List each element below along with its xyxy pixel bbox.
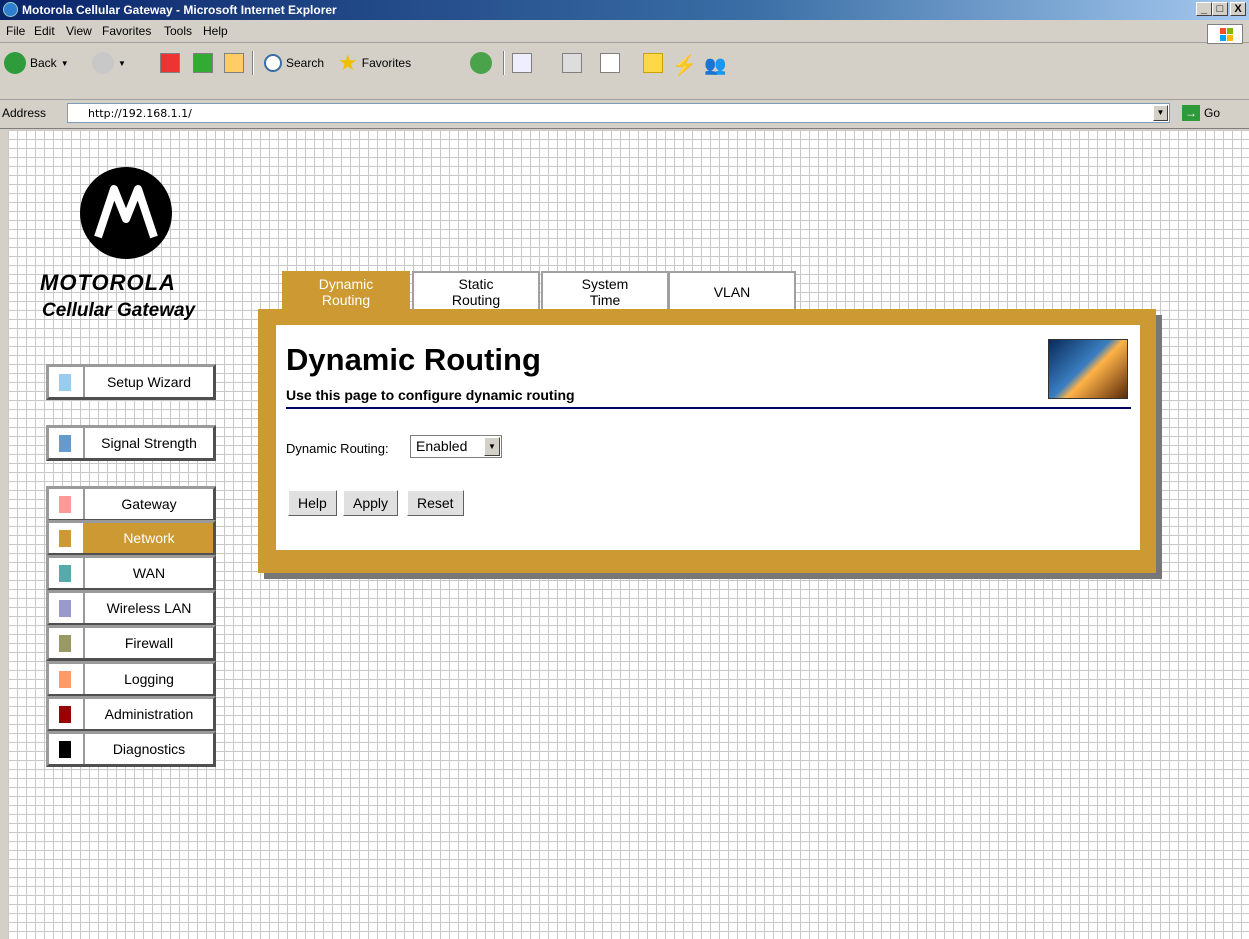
star-icon: ★ <box>338 50 358 75</box>
back-button[interactable]: Back ▼ <box>4 49 69 77</box>
nav-administration[interactable]: Administration <box>46 696 216 732</box>
nav-gateway[interactable]: Gateway <box>46 486 216 522</box>
dynamic-routing-value: Enabled <box>416 438 468 454</box>
history-icon[interactable] <box>470 52 492 74</box>
color-swatch <box>59 435 71 452</box>
nav-diagnostics[interactable]: Diagnostics <box>46 731 216 767</box>
nav-wan[interactable]: WAN <box>46 555 216 591</box>
address-bar: Address http://192.168.1.1/ ▼ → Go <box>0 100 1249 129</box>
maximize-button[interactable]: □ <box>1212 2 1228 16</box>
color-swatch <box>59 635 71 652</box>
nav-logging[interactable]: Logging <box>46 661 216 697</box>
color-swatch <box>59 671 71 688</box>
color-swatch <box>59 530 71 547</box>
print-icon[interactable] <box>562 53 582 73</box>
search-icon <box>264 54 282 72</box>
back-arrow-icon <box>4 52 26 74</box>
address-dropdown-button[interactable]: ▼ <box>1153 105 1168 121</box>
nav-firewall[interactable]: Firewall <box>46 625 216 661</box>
menu-help[interactable]: Help <box>203 24 228 38</box>
address-url: http://192.168.1.1/ <box>88 107 192 120</box>
nav-setup-wizard[interactable]: Setup Wizard <box>46 364 216 400</box>
research-icon[interactable]: ⚡ <box>672 51 697 79</box>
menu-edit[interactable]: Edit <box>34 24 55 38</box>
toolbar: Back ▼ ▼ Search ★ Favorites ⚡ 👥 <box>0 43 1249 100</box>
forward-arrow-icon <box>92 52 114 74</box>
minimize-button[interactable]: _ <box>1196 2 1212 16</box>
tab-system-time[interactable]: System Time <box>541 271 669 311</box>
favorites-button[interactable]: ★ Favorites <box>338 49 411 77</box>
go-arrow-icon: → <box>1182 105 1200 121</box>
product-name: Cellular Gateway <box>42 300 196 321</box>
tab-static-routing[interactable]: Static Routing <box>412 271 540 311</box>
page-title: Dynamic Routing <box>286 342 541 377</box>
search-button[interactable]: Search <box>264 49 324 77</box>
forward-button[interactable]: ▼ <box>92 49 126 77</box>
menu-tools[interactable]: Tools <box>164 24 192 38</box>
address-label: Address <box>2 106 47 120</box>
address-input[interactable]: http://192.168.1.1/ ▼ <box>67 103 1170 123</box>
color-swatch <box>59 565 71 582</box>
dynamic-routing-label: Dynamic Routing: <box>286 441 389 456</box>
tab-dynamic-routing[interactable]: Dynamic Routing <box>282 271 410 311</box>
toolbar-separator <box>503 51 505 75</box>
stop-icon[interactable] <box>160 53 180 73</box>
dynamic-routing-select[interactable]: Enabled ▼ <box>410 435 502 458</box>
page-subtitle: Use this page to configure dynamic routi… <box>286 387 575 403</box>
brand-name: MOTOROLA <box>40 270 176 295</box>
menu-file[interactable]: File <box>6 24 25 38</box>
discuss-icon[interactable] <box>643 53 663 73</box>
color-swatch <box>59 374 71 391</box>
nav-signal-strength[interactable]: Signal Strength <box>46 425 216 461</box>
nav-label: Setup Wizard <box>83 367 213 397</box>
menu-view[interactable]: View <box>66 24 92 38</box>
chevron-down-icon: ▼ <box>60 58 69 68</box>
ie-icon <box>3 2 18 17</box>
windows-logo-icon <box>1207 24 1243 44</box>
nav-label: Administration <box>83 699 213 729</box>
nav-network[interactable]: Network <box>46 520 216 556</box>
chevron-down-icon: ▼ <box>118 58 126 68</box>
window-title-bar[interactable]: Motorola Cellular Gateway - Microsoft In… <box>0 0 1249 20</box>
help-button[interactable]: Help <box>288 490 337 516</box>
title-divider <box>286 407 1131 409</box>
nav-label: Wireless LAN <box>83 593 213 623</box>
toolbar-separator <box>252 51 254 75</box>
tab-vlan[interactable]: VLAN <box>668 271 796 311</box>
nav-label: Firewall <box>83 628 213 658</box>
nav-wireless-lan[interactable]: Wireless LAN <box>46 590 216 626</box>
mail-icon[interactable] <box>512 53 532 73</box>
menu-favorites[interactable]: Favorites <box>102 24 151 38</box>
chevron-down-icon: ▼ <box>484 437 500 456</box>
window-title: Motorola Cellular Gateway - Microsoft In… <box>22 3 337 17</box>
motorola-logo <box>80 167 172 259</box>
nav-label: Diagnostics <box>83 734 213 764</box>
nav-label: Network <box>83 523 213 553</box>
nav-label: Logging <box>83 664 213 694</box>
menu-bar: File Edit View Favorites Tools Help <box>0 20 1249 44</box>
color-swatch <box>59 706 71 723</box>
computer-illustration-icon <box>1048 339 1128 399</box>
color-swatch <box>59 741 71 758</box>
messenger-icon[interactable]: 👥 <box>704 51 726 79</box>
nav-label: Signal Strength <box>83 428 213 458</box>
go-button[interactable]: → Go <box>1182 105 1220 121</box>
reset-button[interactable]: Reset <box>407 490 464 516</box>
nav-label: WAN <box>83 558 213 588</box>
color-swatch <box>59 496 71 513</box>
apply-button[interactable]: Apply <box>343 490 399 516</box>
edit-icon[interactable] <box>600 53 620 73</box>
nav-label: Gateway <box>83 489 213 519</box>
close-button[interactable]: X <box>1230 2 1246 16</box>
home-icon[interactable] <box>224 53 244 73</box>
refresh-icon[interactable] <box>193 53 213 73</box>
color-swatch <box>59 600 71 617</box>
